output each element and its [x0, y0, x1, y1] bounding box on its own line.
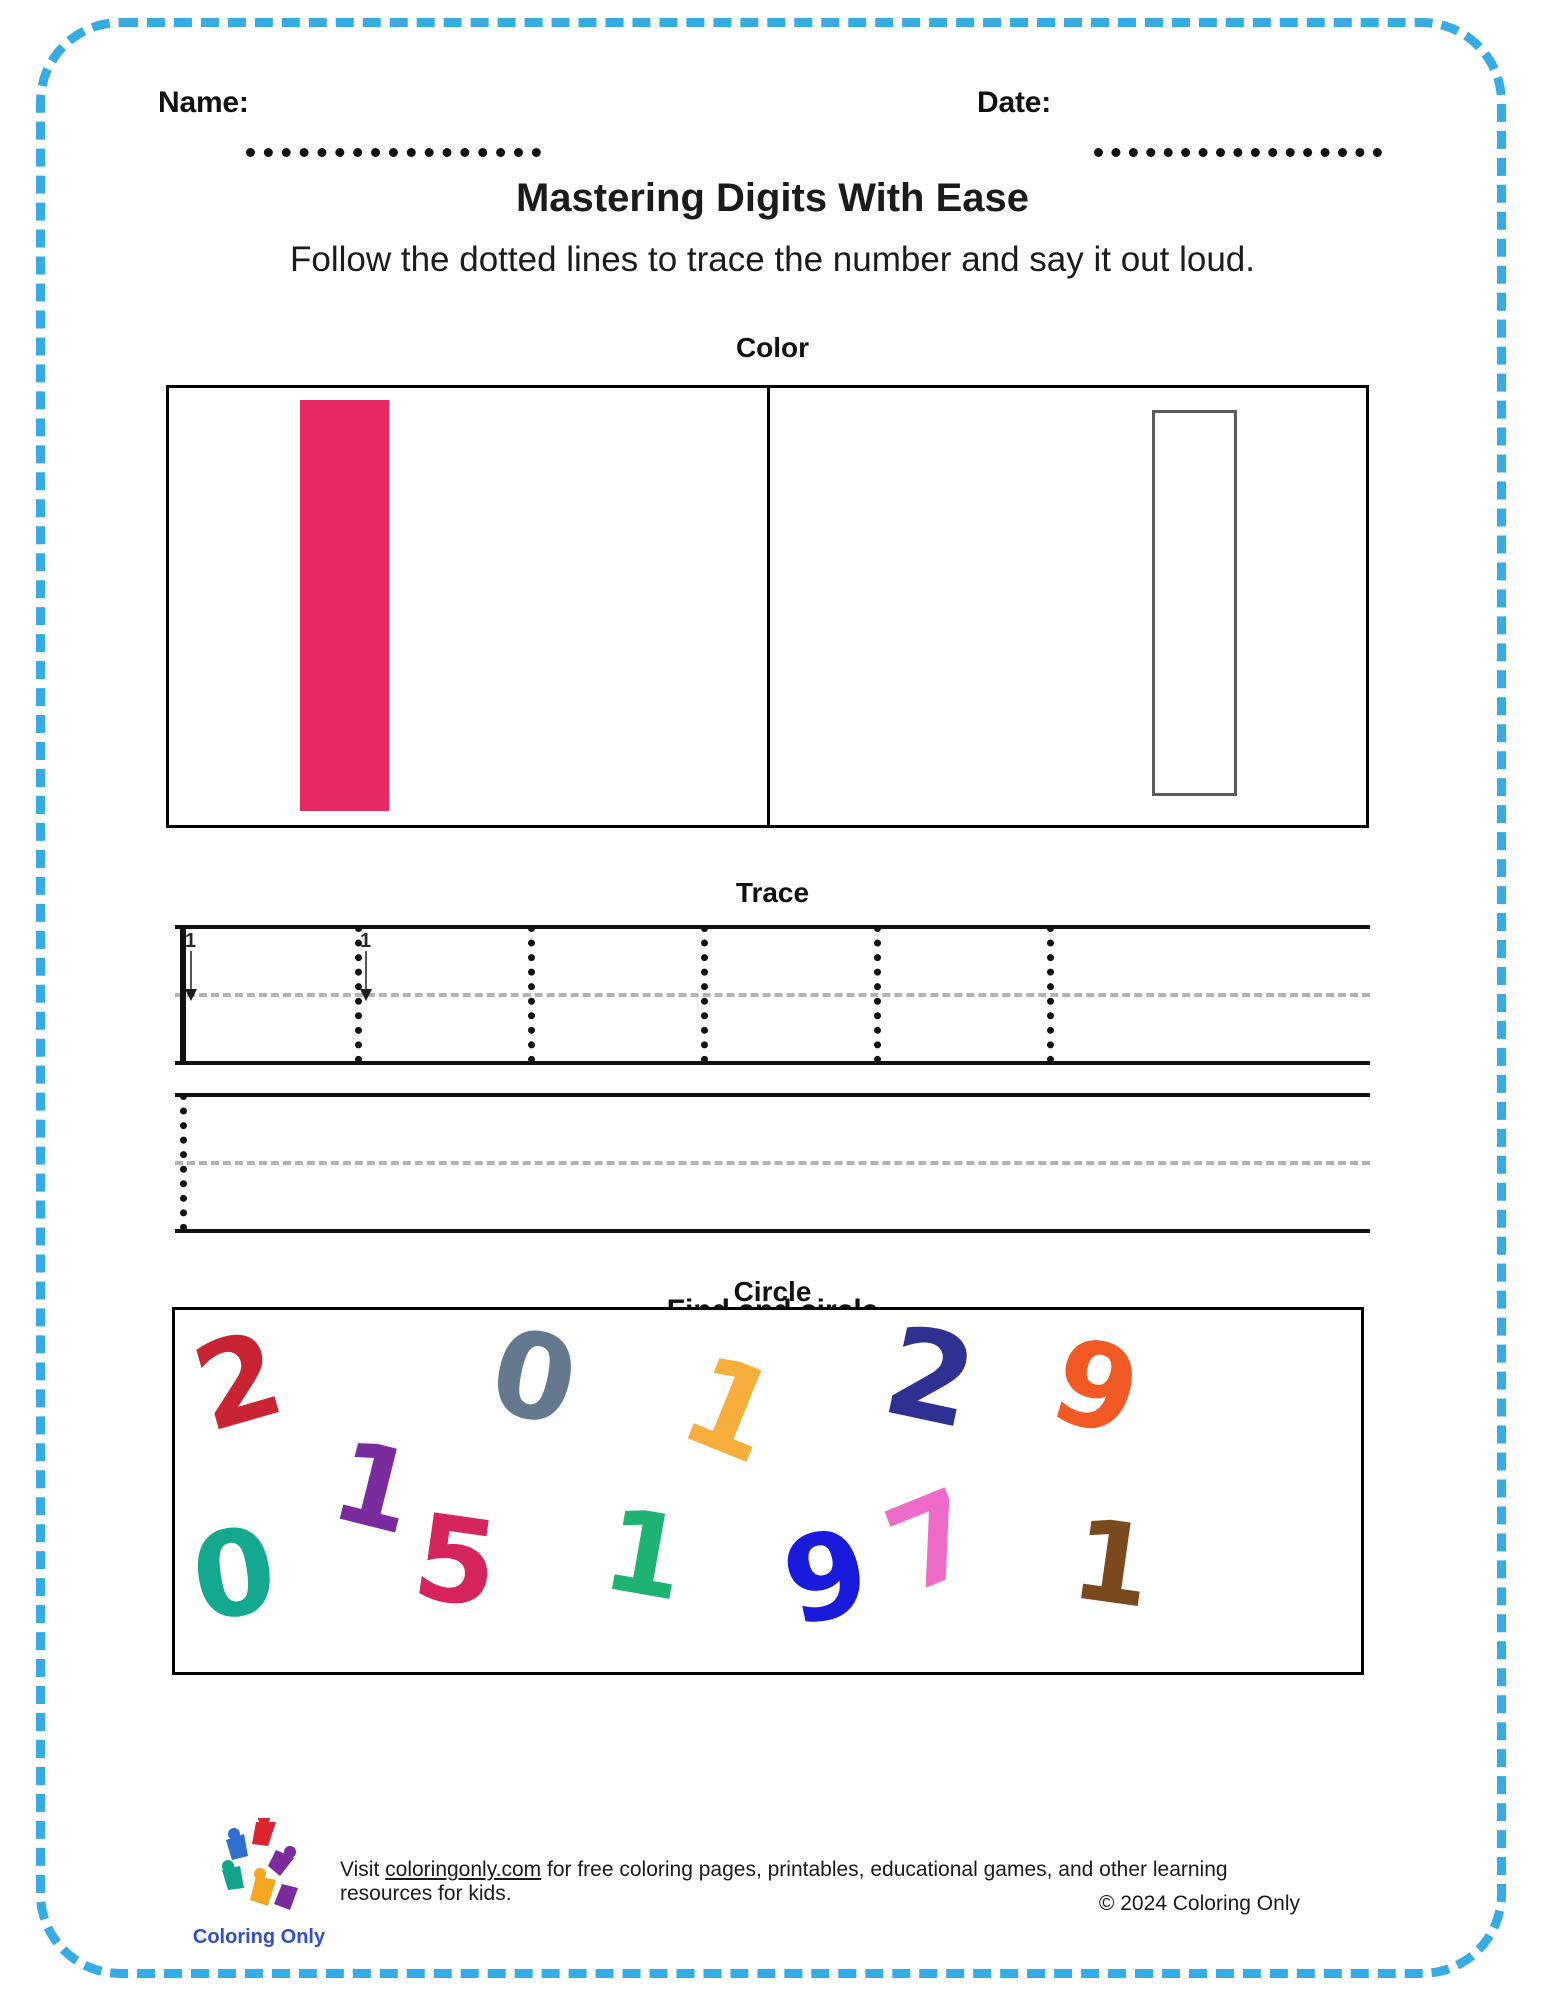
scattered-digit[interactable]: 2 — [873, 1310, 987, 1457]
section-heading-color: Color — [735, 332, 810, 363]
trace-dotted-digit[interactable] — [528, 925, 535, 1063]
filled-digit-one — [300, 400, 389, 811]
date-label: Date: — [977, 86, 1052, 119]
scattered-digit[interactable]: 9 — [772, 1501, 881, 1653]
stroke-arrow-head-icon — [360, 989, 372, 1001]
trace-rule-top — [175, 1093, 1370, 1097]
section-heading-trace: Trace — [735, 877, 810, 908]
trace-rule-mid — [175, 1161, 1370, 1165]
scattered-digit[interactable]: 0 — [184, 1500, 285, 1648]
stroke-order-hint: 1 — [185, 931, 219, 1009]
color-box-divider — [767, 388, 770, 825]
trace-row[interactable] — [175, 1093, 1370, 1233]
footer-site-link[interactable]: coloringonly.com — [385, 1858, 541, 1881]
coloring-only-logo-icon — [222, 1818, 298, 1910]
footer-visit-prefix: Visit — [340, 1858, 386, 1881]
scattered-digit[interactable]: 1 — [1064, 1494, 1159, 1634]
scattered-digit[interactable]: 9 — [1038, 1310, 1155, 1465]
date-input-line[interactable] — [1094, 148, 1382, 157]
scattered-digit[interactable]: 1 — [320, 1416, 427, 1561]
worksheet-page: Name: Date: Mastering Digits With Ease F… — [0, 0, 1545, 2000]
scattered-digit[interactable]: 2 — [180, 1310, 297, 1459]
trace-row[interactable]: 11 — [175, 925, 1370, 1065]
stroke-order-number: 1 — [360, 930, 372, 952]
trace-dotted-digit[interactable] — [874, 925, 881, 1063]
scattered-digit[interactable]: 7 — [868, 1462, 996, 1621]
page-subtitle: Follow the dotted lines to trace the num… — [289, 240, 1255, 279]
color-activity-box — [166, 385, 1369, 828]
trace-dotted-digit[interactable] — [180, 1093, 187, 1231]
scattered-digit[interactable]: 0 — [480, 1310, 589, 1453]
scattered-digit[interactable]: 5 — [406, 1487, 507, 1635]
stroke-order-number: 1 — [185, 930, 197, 952]
page-title: Mastering Digits With Ease — [515, 176, 1030, 220]
scattered-digit[interactable]: 1 — [663, 1327, 797, 1493]
trace-dotted-digit[interactable] — [1047, 925, 1054, 1063]
stroke-order-hint: 1 — [360, 931, 394, 1009]
circle-activity-box[interactable]: 210051192791 — [172, 1307, 1364, 1675]
name-label: Name: — [158, 86, 249, 119]
stroke-arrow-head-icon — [185, 989, 197, 1001]
trace-dotted-digit[interactable] — [701, 925, 708, 1063]
trace-rule-bottom — [175, 1229, 1370, 1233]
outline-digit-one[interactable] — [1152, 410, 1237, 796]
logo-brand-text: Coloring Only — [192, 1926, 326, 1948]
name-input-line[interactable] — [246, 148, 541, 157]
footer-copyright: © 2024 Coloring Only — [1098, 1892, 1300, 1915]
scattered-digit[interactable]: 1 — [594, 1482, 695, 1627]
